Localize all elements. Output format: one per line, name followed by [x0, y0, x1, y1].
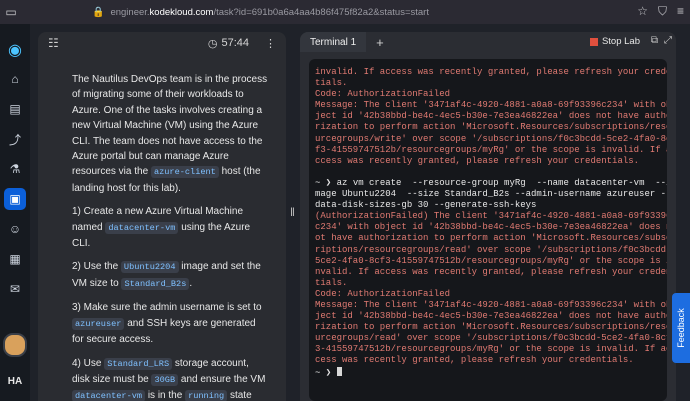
code-disk-size: 30GB — [151, 373, 179, 386]
terminal-prompt[interactable]: ~ ❯ — [315, 366, 661, 378]
stop-icon — [589, 37, 598, 46]
prompt-text: ~ ❯ — [315, 367, 337, 378]
terminal-line: Code: AuthorizationFailed — [315, 89, 451, 100]
feedback-label: Feedback — [676, 308, 686, 348]
code-image: Ubuntu2204 — [120, 261, 179, 274]
terminal-line: mage Ubuntu2204 --size Standard_B2s --ad… — [315, 189, 667, 200]
fullscreen-icon[interactable]: ⤢ — [664, 35, 672, 46]
terminal-line: riptions/resourcegroups/read' over scope… — [315, 244, 667, 255]
roadmap-icon[interactable]: ⤴ — [4, 128, 26, 150]
stop-lab-label: Stop Lab — [601, 36, 640, 47]
terminal-line: nvalid. If access was recently granted, … — [315, 266, 667, 277]
tab-terminal-1[interactable]: Terminal 1 — [300, 32, 367, 52]
task-step-4: 4) Use Standard_LRS storage account, dis… — [72, 356, 268, 401]
code-vm-name-2: datacenter-vm — [72, 390, 146, 401]
intro-text: The Nautilus DevOps team is in the proce… — [72, 74, 268, 178]
avatar[interactable] — [3, 333, 27, 357]
terminal-line: rization to perform action 'Microsoft.Re… — [315, 122, 667, 133]
labs-icon[interactable]: ⚗ — [4, 158, 26, 180]
task-description: The Nautilus DevOps team is in the proce… — [72, 72, 268, 401]
chat-icon[interactable]: ✉ — [4, 278, 26, 300]
terminal-line: ~ ❯ az vm create --resource-group myRg -… — [315, 177, 667, 188]
task-intro: The Nautilus DevOps team is in the proce… — [72, 72, 268, 196]
lock-icon: 🔒 — [92, 6, 105, 18]
app-sidebar: ◉ ⌂ ▤ ⤴ ⚗ ▣ ☺ ▦ ✉ HA — [0, 24, 30, 401]
terminal-line: data-disk-sizes-gb 30 --generate-ssh-key… — [315, 200, 537, 211]
terminal-line: urcegroups/read' over scope '/subscripti… — [315, 333, 667, 344]
step4-text: 4) Use — [72, 357, 102, 369]
home-icon[interactable]: ⌂ — [4, 68, 26, 90]
engineer-icon[interactable]: ▣ — [4, 188, 26, 210]
terminal-line: rization to perform action 'Microsoft.Re… — [315, 322, 667, 333]
url-path: /task?id=691b0a6a4aa4b86f475f82a2&status… — [213, 6, 429, 18]
terminal-tabs: Terminal 1 + Stop Lab ⧉ ⤢ — [300, 32, 676, 52]
terminal-line: ject id '42b38bbd-be4c-4ec5-b30e-7e3ea46… — [315, 111, 667, 122]
step4-text-c: and ensure the VM — [180, 373, 266, 385]
code-azure-client: azure-client — [150, 166, 219, 179]
stop-lab-button[interactable]: Stop Lab — [589, 36, 640, 47]
step2-text: 2) Use the — [72, 261, 119, 273]
add-tab-icon[interactable]: + — [376, 35, 384, 50]
bookmark-star-icon[interactable]: ☆ — [637, 4, 648, 19]
grid-icon[interactable]: ▦ — [4, 248, 26, 270]
terminal-output[interactable]: invalid. If access was recently granted,… — [309, 59, 667, 401]
terminal-line: tials. — [315, 78, 348, 89]
url-host: kodekloud.com — [149, 6, 214, 18]
user-initials[interactable]: HA — [8, 376, 22, 387]
terminal-line: tials. — [315, 277, 348, 288]
terminal-panel: Terminal 1 + Stop Lab ⧉ ⤢ invalid. If ac… — [300, 32, 676, 401]
code-username: azureuser — [72, 317, 125, 330]
task-step-3: 3) Make sure the admin username is set t… — [72, 300, 268, 347]
tabs-icon[interactable]: ▭ — [0, 5, 22, 19]
address-bar[interactable]: 🔒 engineer. kodekloud.com/task?id=691b0a6… — [92, 3, 552, 21]
terminal-line: urcegroups/write' over scope '/subscript… — [315, 133, 667, 144]
step2-end-text: . — [189, 277, 193, 289]
terminal-line: (AuthorizationFailed) The client '3471af… — [315, 211, 667, 222]
terminal-line: ot have authorization to perform action … — [315, 233, 667, 244]
menu-icon[interactable]: ≡ — [677, 4, 684, 19]
terminal-line: Message: The client '3471af4c-4920-4881-… — [315, 299, 667, 310]
terminal-line: cess was recently granted, please refres… — [315, 355, 634, 366]
step4-text-e: state — [229, 390, 252, 401]
timer-value: 57:44 — [221, 37, 249, 49]
task-step-2: 2) Use the Ubuntu2204 image and set the … — [72, 259, 268, 292]
code-storage: Standard_LRS — [104, 357, 173, 370]
terminal-line: Message: The client '3471af4c-4920-4881-… — [315, 100, 667, 111]
kodekloud-logo-icon[interactable]: ◉ — [8, 40, 22, 60]
terminal-line: ccess was recently granted, please refre… — [315, 155, 640, 166]
clock-icon: ◷ — [207, 37, 218, 50]
community-icon[interactable]: ☺ — [4, 218, 26, 240]
browser-toolbar: ▭ 🔒 engineer. kodekloud.com/task?id=691b0… — [0, 0, 690, 24]
code-size: Standard_B2s — [121, 277, 190, 290]
terminal-line: ject id '42b38bbd-be4c-4ec5-b30e-7e3ea46… — [315, 311, 667, 322]
feedback-button[interactable]: Feedback — [672, 293, 690, 363]
more-icon[interactable]: ⋮ — [265, 37, 276, 50]
courses-icon[interactable]: ▤ — [4, 98, 26, 120]
step3-text: 3) Make sure the admin username is set t… — [72, 302, 262, 314]
terminal-line: Code: AuthorizationFailed — [315, 288, 451, 299]
step4-text-d: is in the — [147, 390, 183, 401]
url-prefix: engineer. — [110, 6, 150, 18]
code-vm-name: datacenter-vm — [105, 221, 179, 234]
panel-resize-handle[interactable]: ‖ — [290, 205, 295, 219]
terminal-line: f3-41559747512b/resourcegroups/myRg' or … — [315, 144, 667, 155]
code-state: running — [185, 390, 228, 401]
terminal-line: 5ce2-4fa0-8cf3-41559747512b/resourcegrou… — [315, 255, 667, 266]
terminal-line: c234' with object id '42b38bbd-be4c-4ec5… — [315, 222, 667, 233]
task-timer: ◷ 57:44 ⋮ — [208, 37, 276, 50]
terminal-cursor — [336, 366, 342, 376]
terminal-line: 3-41559747512b/resourcegroups/myRg' or t… — [315, 344, 667, 355]
checklist-icon[interactable]: ☷ — [48, 36, 59, 50]
shield-icon[interactable]: ⛉ — [658, 4, 667, 19]
terminal-line: invalid. If access was recently granted,… — [315, 67, 667, 77]
task-header: ☷ ◷ 57:44 ⋮ — [38, 32, 286, 54]
external-link-icon[interactable]: ⧉ — [651, 35, 658, 46]
task-step-1: 1) Create a new Azure Virtual Machine na… — [72, 204, 268, 251]
task-panel: ☷ ◷ 57:44 ⋮ The Nautilus DevOps team is … — [38, 32, 286, 401]
